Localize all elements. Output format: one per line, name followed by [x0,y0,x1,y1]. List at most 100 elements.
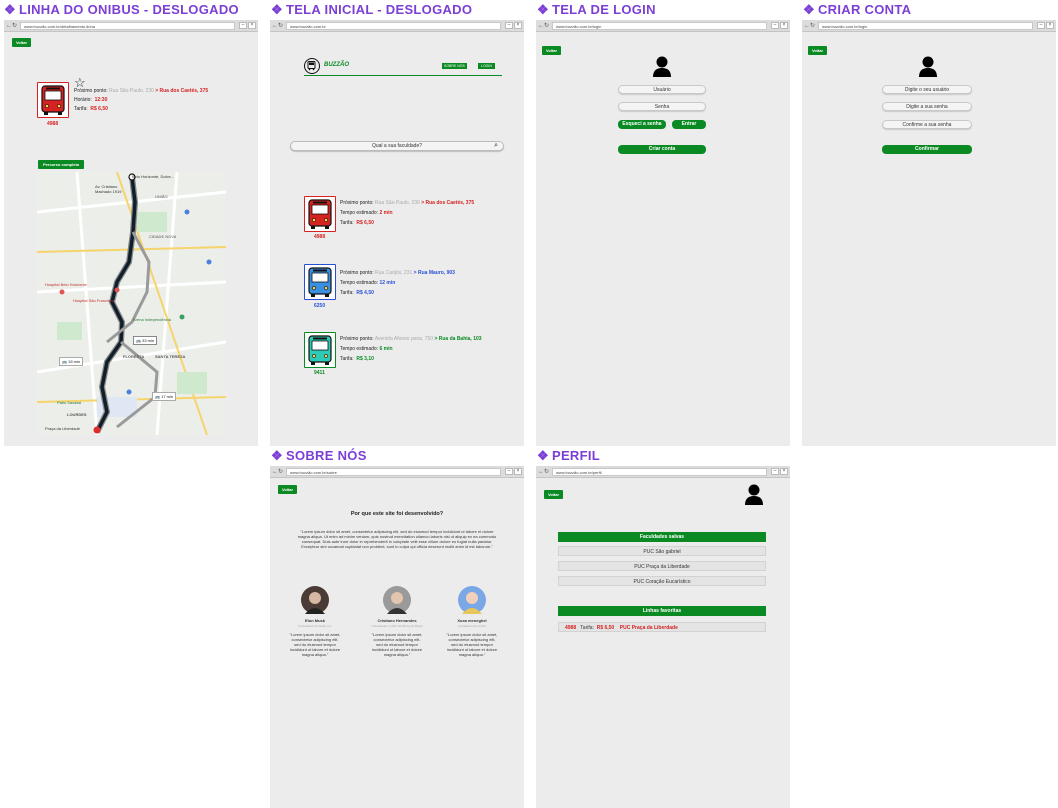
person-avatar [383,586,411,614]
map-graphic [37,172,226,435]
address-bar[interactable]: www.buzzão.com.br/perfil [552,467,767,476]
browser-bar: ←↻ www.buzzão.com.br/detalhamento-linha … [4,20,258,32]
frame-sobre: ←↻ www.buzzão.com.br/sobre – × Voltar Po… [270,466,524,808]
address-bar[interactable]: www.buzzão.com.br/login [552,21,767,30]
nav-back-icon[interactable]: ←↻ [538,468,552,475]
bus-number: 4988 [314,234,326,240]
map-label-poi: Arena Independência [133,317,172,322]
sobre-paragraph: "Lorem ipsum dolor sit amet, consectetur… [297,529,497,549]
faculdade-item[interactable]: PUC Praça da Liberdade [558,561,766,571]
user-avatar-icon[interactable] [744,484,764,506]
confirmar-button[interactable]: Confirmar [882,145,972,154]
bus-card-info[interactable]: Próximo ponto: Avenida Afonso pena, 750 … [340,334,482,364]
bus-icon: 🚌 [136,338,141,343]
browser-bar: ←↻ www.buzzão.com.br/sobre – × [270,466,524,478]
bus-card-icon[interactable] [304,264,336,300]
voltar-button[interactable]: Voltar [12,38,32,47]
minimize-icon[interactable]: – [771,22,779,29]
frame-title-linha: ❖ LINHA DO ONIBUS - DESLOGADO [4,2,239,17]
close-icon[interactable]: × [1046,22,1054,29]
map-label-district: LOURDES [67,412,87,417]
close-icon[interactable]: × [248,22,256,29]
percurso-completo-button[interactable]: Percurso completo [38,160,85,169]
close-icon[interactable]: × [780,22,788,29]
map-label-poi: Hospital São Francisco [73,298,115,303]
map-label-avenue: Av. Cristiano Machado 1919 [95,184,122,194]
user-avatar-icon [653,56,671,77]
frame-title-sobre: ❖ SOBRE NÓS [271,448,367,463]
close-icon[interactable]: × [514,468,522,475]
faculdades-header: Faculdades salvas [558,532,766,542]
confirme-senha-input[interactable]: Confirme a sua senha [882,120,972,129]
nav-back-icon[interactable]: ←↻ [538,22,552,29]
usuario-input[interactable]: Usuário [618,85,706,94]
browser-bar: ←↻ www.buzzão.com.br – × [270,20,524,32]
bus-info: Próximo ponto: Rua São Paulo, 230 > Rua … [74,88,209,112]
address-bar[interactable]: www.buzzão.com.br/sobre [286,467,501,476]
minimize-icon[interactable]: – [505,468,513,475]
time-badge[interactable]: 🚌 15 min [59,357,84,366]
minimize-icon[interactable]: – [1037,22,1045,29]
browser-bar: ←↻ www.buzzão.com.br/perfil – × [536,466,790,478]
bus-card-icon[interactable] [304,332,336,368]
esqueci-senha-button[interactable]: Esqueci a senha [618,120,666,129]
bus-number: 6250 [314,303,326,309]
voltar-button[interactable]: Voltar [542,46,562,55]
bus-number: 9411 [314,370,325,376]
senha-input[interactable]: Digite a sua senha [882,102,972,111]
person-bio: "Lorem ipsum dolor sit amet, consectetur… [446,632,498,657]
close-icon[interactable]: × [780,468,788,475]
logo-bus-icon[interactable] [304,58,320,74]
frame-linha: ←↻ www.buzzão.com.br/detalhamento-linha … [4,20,258,446]
address-bar[interactable]: www.buzzão.com.br/detalhamento-linha [20,21,235,30]
entrar-button[interactable]: Entrar [672,120,706,129]
nav-back-icon[interactable]: ←↻ [6,22,20,29]
brand-name[interactable]: BUZZÃO [324,62,349,68]
header-divider [304,75,502,76]
address-bar[interactable]: www.buzzão.com.br [286,21,501,30]
close-icon[interactable]: × [514,22,522,29]
voltar-button[interactable]: Voltar [808,46,828,55]
person-avatar [301,586,329,614]
minimize-icon[interactable]: – [505,22,513,29]
nav-back-icon[interactable]: ←↻ [272,22,286,29]
voltar-button[interactable]: Voltar [278,485,298,494]
usuario-input[interactable]: Digite o seu usuário [882,85,972,94]
faculdade-item[interactable]: PUC Coração Eucarístico [558,576,766,586]
nav-sobre-button[interactable]: SOBRE NÓS [442,63,467,69]
linha-favorita-item[interactable]: 4988 Tarifa: R$ 6,50 PUC Praça da Liberd… [558,622,766,632]
bus-icon [37,82,69,118]
search-bar[interactable]: Qual a sua faculdade? ⌕ [290,141,504,151]
frame-title-inicial: ❖ TELA INICIAL - DESLOGADO [271,2,473,17]
faculdade-item[interactable]: PUC São gabriel [558,546,766,556]
browser-bar: ←↻ www.buzzão.com.br/login – × [802,20,1056,32]
map-label-district: SANTA TEREZA [155,354,186,359]
nav-login-button[interactable]: LOGIN [478,63,495,69]
senha-input[interactable]: Senha [618,102,706,111]
minimize-icon[interactable]: – [239,22,247,29]
bus-number: 4988 [47,121,59,127]
frame-criar: ←↻ www.buzzão.com.br/login – × Voltar Di… [802,20,1056,446]
bus-icon: 🚌 [155,394,160,399]
map-label-poi: Hospital Belo Horizonte [45,282,87,287]
bus-card-icon[interactable] [304,196,336,232]
map-label-district: FLORESTA [123,354,145,359]
address-bar[interactable]: www.buzzão.com.br/login [818,21,1033,30]
bus-card-info[interactable]: Próximo ponto: Rua São Paulo, 230 > Rua … [340,198,474,228]
time-badge[interactable]: 🚌 33 min [133,336,158,345]
search-icon[interactable]: ⌕ [494,142,498,150]
route-map[interactable]: Belo Horizonte, Dolce... Av. Cristiano M… [37,172,226,435]
person-name: Cristiano Hernandes [377,618,417,623]
bus-card-info[interactable]: Próximo ponto: Rua Carijós, 231 > Rua Ma… [340,268,455,298]
map-label-origin: Belo Horizonte, Dolce... [132,174,175,179]
nav-back-icon[interactable]: ←↻ [272,468,286,475]
nav-back-icon[interactable]: ←↻ [804,22,818,29]
person-name: Xuxa meneghel [457,618,487,623]
map-label-district: UNIÃO [155,194,168,199]
criar-conta-button[interactable]: Criar conta [618,145,706,154]
user-avatar-icon [919,56,937,77]
voltar-button[interactable]: Voltar [544,490,564,499]
time-badge[interactable]: 🚌 17 min [152,392,177,401]
minimize-icon[interactable]: – [771,468,779,475]
search-input[interactable]: Qual a sua faculdade? [291,143,503,149]
